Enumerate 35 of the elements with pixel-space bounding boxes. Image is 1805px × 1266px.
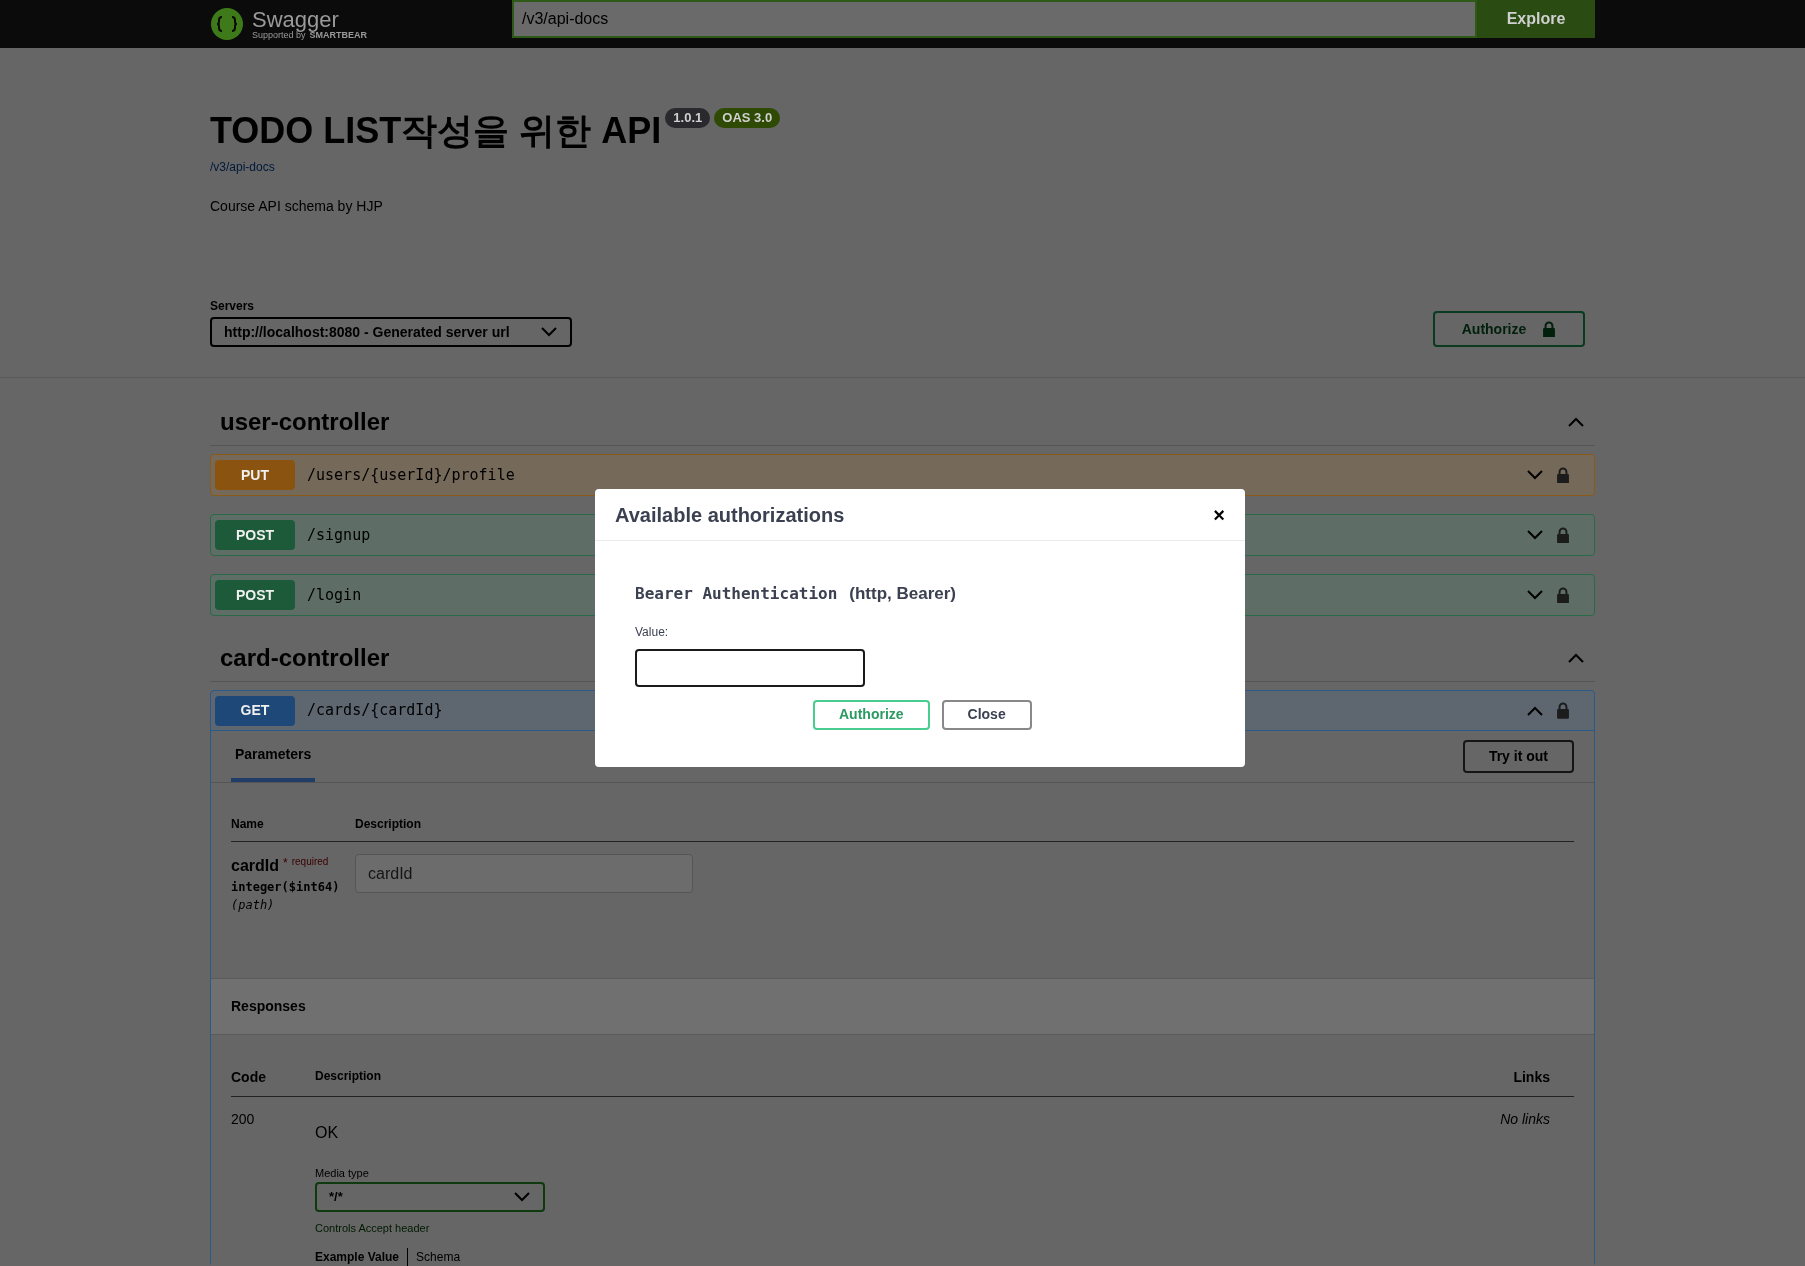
links-value: No links (1500, 1110, 1551, 1129)
scheme-name: Bearer Authentication (635, 583, 838, 605)
servers-label: Servers (210, 298, 256, 315)
response-description: OK (315, 1123, 339, 1143)
column-header: Code (231, 1068, 267, 1087)
value-label: Value: (635, 623, 670, 641)
endpoint-path: /cards/{cardId} (307, 700, 443, 722)
method-badge: POST (215, 580, 295, 610)
dialog-title: Available authorizations (615, 502, 845, 528)
api-title: TODO LIST작성을 위한 API (210, 109, 662, 153)
scheme-kind: (http, Bearer) (849, 583, 957, 605)
parameter-type: integer($int64) (231, 879, 341, 896)
required-mark: * (283, 855, 288, 872)
method-badge: GET (215, 695, 295, 726)
column-header: Description (355, 816, 421, 833)
responses-heading: Responses (231, 997, 306, 1016)
parameter-location: (path) (231, 897, 276, 914)
parameter-name: cardId (231, 856, 279, 876)
column-header: Description (315, 1068, 382, 1085)
endpoint-path: /login (307, 584, 362, 606)
media-type-label: Media type (315, 1166, 369, 1181)
endpoint-path: /users/{userId}/profile (307, 464, 515, 486)
logo-subtext: Supported by (252, 30, 306, 40)
response-code: 200 (231, 1110, 256, 1129)
endpoint-path: /signup (307, 524, 371, 546)
column-header: Name (231, 816, 265, 833)
column-header: Links (1513, 1068, 1551, 1087)
logo-text: Swagger (252, 8, 340, 31)
method-badge: PUT (215, 460, 295, 490)
api-description: Course API schema by HJP (210, 197, 384, 216)
version-badge: 1.0.1 (665, 108, 711, 128)
required-label: required (291, 855, 329, 869)
method-badge: POST (215, 520, 295, 550)
oas-badge: OAS 3.0 (714, 108, 781, 128)
media-type-hint: Controls Accept header (315, 1220, 430, 1236)
